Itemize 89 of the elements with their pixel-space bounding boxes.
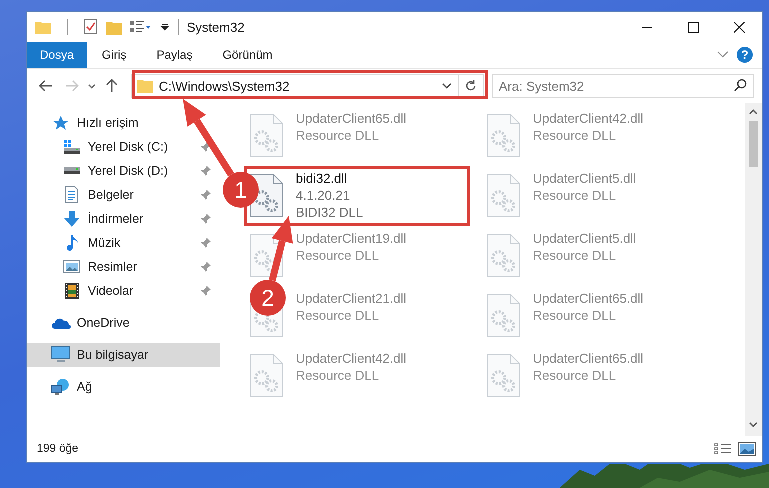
help-button[interactable]: ? [737,47,753,63]
picture-icon [63,259,81,275]
refresh-icon[interactable] [465,80,477,92]
dll-file-icon [487,234,521,278]
item-count: 199 öğe [37,443,80,455]
arrow [269,216,294,282]
ribbon-tab[interactable]: Dosya [27,42,88,68]
download-arrow-icon [63,210,81,228]
pin-icon[interactable] [200,285,212,297]
maximize-icon [688,22,698,32]
pin-icon[interactable] [200,141,212,153]
sidebar-item[interactable]: Videolar [27,279,220,303]
file-name[interactable]: UpdaterClient19.dll [296,231,407,246]
dll-file-icon [487,354,521,398]
sidebar-item[interactable]: Yerel Disk (C:) [27,135,220,159]
drive-icon [63,139,81,155]
scrollbar[interactable] [745,103,762,436]
file-name[interactable]: UpdaterClient5.dll [533,171,636,186]
sidebar-item[interactable]: Belgeler [27,183,220,207]
file-detail: Resource DLL [296,128,380,143]
properties-icon[interactable] [130,20,152,34]
pin-icon[interactable] [200,213,212,225]
dll-file-icon [487,294,521,338]
pin-icon[interactable] [200,189,212,201]
file-name[interactable]: UpdaterClient65.dll [296,111,407,126]
dll-file-icon [487,174,521,218]
file-name[interactable]: UpdaterClient42.dll [296,351,407,366]
ribbon-tab[interactable]: Paylaş [142,42,208,68]
ribbon-tab[interactable]: Giriş [87,42,142,68]
window-title: System32 [187,20,246,34]
file-detail: Resource DLL [296,308,380,323]
up-arrow-icon [106,79,118,93]
file-detail: Resource DLL [296,368,380,383]
folder-icon [137,79,153,93]
pin-icon[interactable] [200,261,212,273]
dropdown-icon[interactable] [160,22,170,32]
drive-icon [63,167,81,175]
step-badge: 2 [250,280,286,316]
large-icons-view-icon[interactable] [738,442,756,456]
file-name[interactable]: UpdaterClient21.dll [296,291,407,306]
sidebar-item[interactable]: Bu bilgisayar [27,343,220,367]
computer-icon [51,346,71,364]
step-badge: 1 [223,172,259,208]
file-detail: Resource DLL [533,308,618,323]
file-name[interactable]: UpdaterClient42.dll [533,111,644,126]
sidebar-item[interactable]: Resimler [27,255,220,279]
minimize-icon [642,26,652,28]
checkmark-document-icon[interactable] [84,19,98,35]
scroll-thumb[interactable] [749,121,758,167]
film-icon [63,282,81,300]
details-view-icon[interactable] [714,442,732,456]
file-name[interactable]: UpdaterClient65.dll [533,291,644,306]
sidebar-item[interactable]: İndirmeler [27,207,220,231]
file-detail: Resource DLL [533,188,618,203]
dll-file-icon [250,354,284,398]
sidebar-item[interactable]: Hızlı erişim [27,111,220,135]
forward-arrow-icon [65,80,79,92]
chevron-down-icon[interactable] [442,83,452,89]
sidebar-item[interactable]: Müzik [27,231,220,255]
sidebar-item[interactable]: Ağ [27,375,220,399]
star-icon [52,115,70,131]
file-name[interactable]: UpdaterClient5.dll [533,231,636,246]
file-detail: 4.1.20.21 [296,188,352,203]
close-icon [734,22,744,32]
network-icon [51,378,71,396]
file-detail: Resource DLL [533,368,618,383]
search-field[interactable]: Ara: System32 [492,74,754,98]
chevron-down-icon [88,84,96,88]
sidebar-item[interactable]: OneDrive [27,311,220,335]
file-name[interactable]: bidi32.dll [296,171,364,186]
cloud-icon [51,316,71,330]
search-icon [734,79,747,92]
pin-icon[interactable] [200,237,212,249]
dll-file-icon [250,114,284,158]
scroll-down-icon[interactable] [749,422,758,428]
file-detail: Resource DLL [296,248,380,263]
address-bar[interactable]: C:\Windows\System32 [131,74,484,98]
scroll-up-icon[interactable] [749,109,758,115]
file-detail: BIDI32 DLL [296,205,364,220]
file-detail: Resource DLL [533,248,618,263]
file-name[interactable]: UpdaterClient65.dll [533,351,644,366]
pin-icon[interactable] [200,165,212,177]
back-arrow-icon [39,80,53,92]
sidebar-item[interactable]: Yerel Disk (D:) [27,159,220,183]
ribbon-tab[interactable]: Görünüm [208,42,288,68]
dll-file-icon [250,234,284,278]
dll-file-icon [487,114,521,158]
document-icon [63,186,81,204]
file-detail: Resource DLL [533,128,618,143]
